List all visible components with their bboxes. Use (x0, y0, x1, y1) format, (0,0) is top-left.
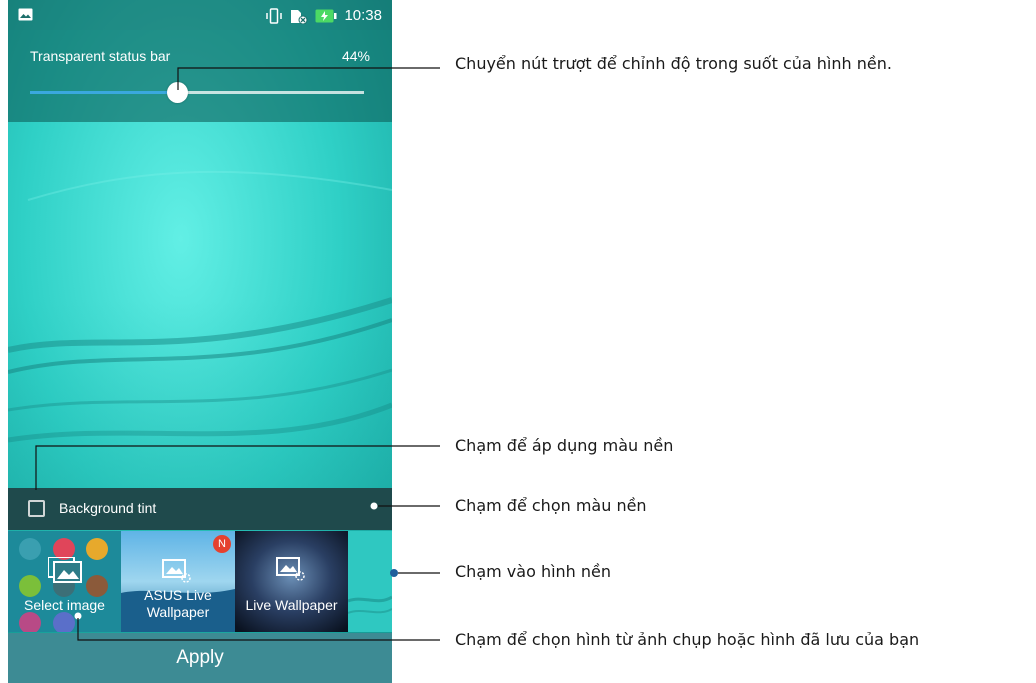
callout-apply-tint: Chạm để áp dụng màu nền (455, 436, 674, 455)
slider-callout-line (177, 67, 440, 90)
tint-apply-callout-line (35, 445, 440, 490)
callout-choose-tint: Chạm để chọn màu nền (455, 496, 647, 515)
tint-color-dot (370, 502, 378, 510)
callout-wallpaper: Chạm vào hình nền (455, 562, 612, 581)
wallpaper-dot (390, 569, 398, 577)
callout-select-image: Chạm để chọn hình từ ảnh chụp hoặc hình … (455, 630, 920, 649)
screen: 10:38 Transparent status bar 44% Backgro… (0, 0, 1036, 683)
callout-slider: Chuyển nút trượt để chỉnh độ trong suốt … (455, 54, 892, 73)
select-image-callout-line (77, 618, 440, 641)
